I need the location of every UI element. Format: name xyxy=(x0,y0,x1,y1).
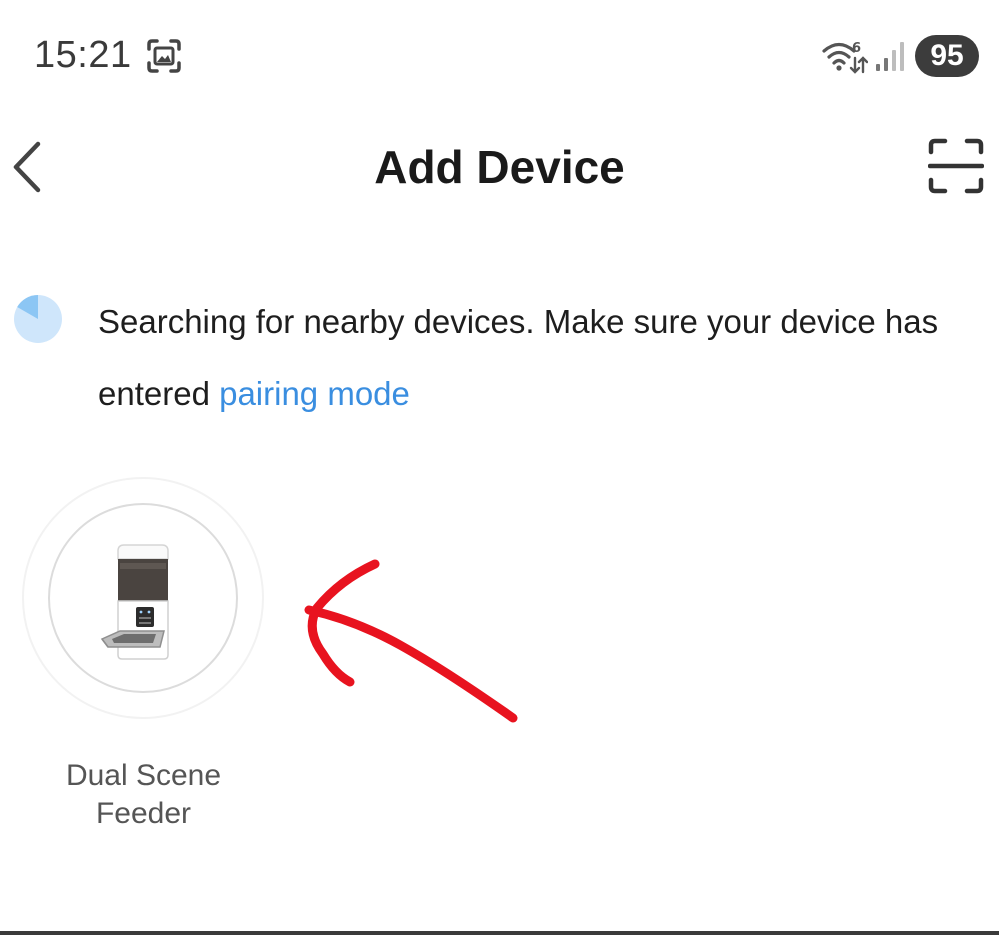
pet-feeder-image xyxy=(100,544,169,660)
battery-indicator: 95 xyxy=(915,35,979,77)
page-title: Add Device xyxy=(374,141,625,193)
loading-spinner-icon xyxy=(14,295,62,343)
status-bar: 15:21 6 95 xyxy=(0,0,999,110)
scan-button[interactable] xyxy=(928,138,984,194)
search-status-text: Searching for nearby devices. Make sure … xyxy=(98,286,978,430)
status-time: 15:21 xyxy=(34,34,132,76)
screenshot-icon xyxy=(147,39,181,73)
scan-frame-icon xyxy=(928,138,984,194)
pairing-mode-link[interactable]: pairing mode xyxy=(219,375,410,412)
red-arrow-annotation xyxy=(304,559,518,723)
device-name: Dual Scene Feeder xyxy=(65,759,222,830)
svg-text:6: 6 xyxy=(852,41,861,56)
device-card[interactable]: Dual Scene Feeder xyxy=(22,477,265,837)
bottom-divider xyxy=(0,931,999,935)
wifi-icon: 6 xyxy=(822,41,868,74)
signal-icon xyxy=(876,42,904,71)
